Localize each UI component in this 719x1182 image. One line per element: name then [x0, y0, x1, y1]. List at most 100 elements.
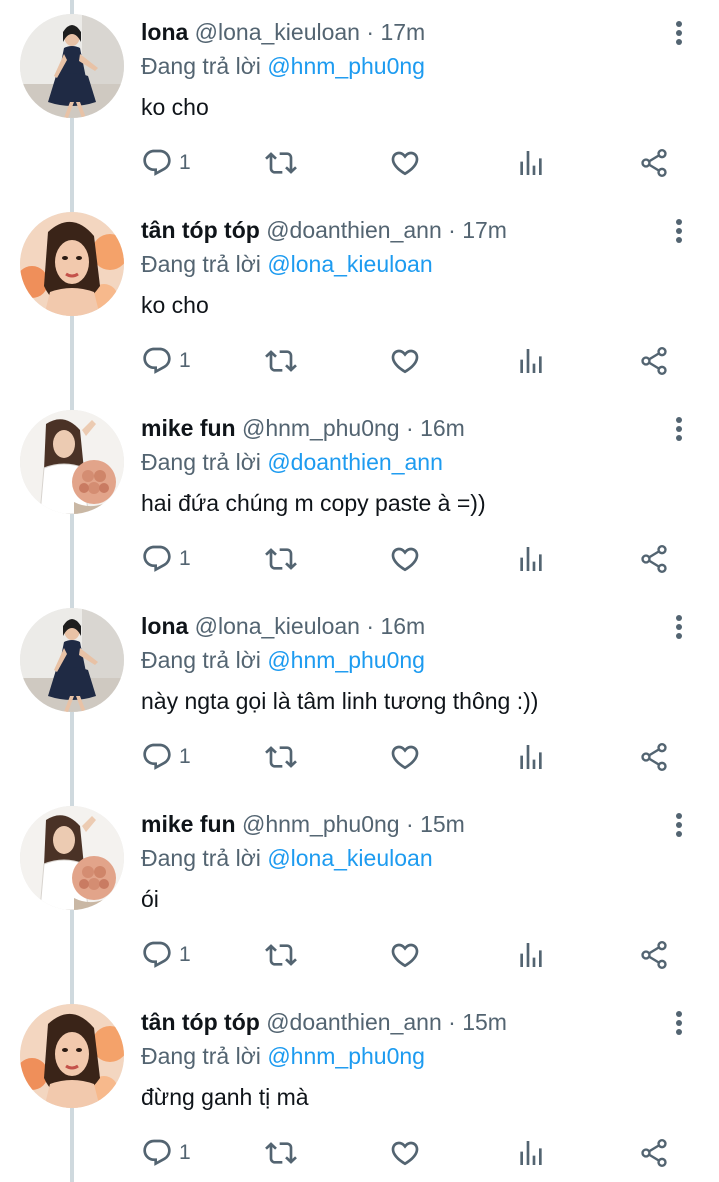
- timestamp[interactable]: 17m: [380, 19, 425, 45]
- author-handle[interactable]: @hnm_phu0ng: [242, 811, 400, 837]
- tweet-header: tân tóp tóp @doanthien_ann · 15m: [141, 1007, 507, 1037]
- mention-link[interactable]: @doanthien_ann: [267, 449, 443, 475]
- replying-to: Đang trả lời @doanthien_ann: [141, 447, 443, 477]
- retweet-button[interactable]: [265, 344, 297, 378]
- author-name[interactable]: tân tóp tóp: [141, 1009, 260, 1035]
- author-name[interactable]: mike fun: [141, 811, 236, 837]
- avatar[interactable]: [20, 608, 124, 712]
- tweet-actions: 1: [0, 344, 719, 378]
- mention-link[interactable]: @lona_kieuloan: [267, 251, 432, 277]
- retweet-icon: [265, 944, 297, 966]
- author-handle[interactable]: @hnm_phu0ng: [242, 415, 400, 441]
- like-button[interactable]: [389, 344, 421, 378]
- tweet[interactable]: tân tóp tóp @doanthien_ann · 17m Đang tr…: [0, 198, 719, 396]
- replying-to: Đang trả lời @lona_kieuloan: [141, 843, 433, 873]
- replying-to: Đang trả lời @hnm_phu0ng: [141, 51, 425, 81]
- timestamp[interactable]: 16m: [380, 613, 425, 639]
- views-button[interactable]: [515, 938, 547, 972]
- share-button[interactable]: [638, 740, 670, 774]
- share-button[interactable]: [638, 1136, 670, 1170]
- like-button[interactable]: [389, 740, 421, 774]
- avatar[interactable]: [20, 212, 124, 316]
- retweet-button[interactable]: [265, 740, 297, 774]
- author-name[interactable]: lona: [141, 613, 188, 639]
- like-button[interactable]: [389, 938, 421, 972]
- replying-to: Đang trả lời @hnm_phu0ng: [141, 1041, 425, 1071]
- author-name[interactable]: lona: [141, 19, 188, 45]
- timestamp[interactable]: 15m: [420, 811, 465, 837]
- timestamp[interactable]: 17m: [462, 217, 507, 243]
- reply-button[interactable]: 1: [141, 740, 191, 774]
- retweet-button[interactable]: [265, 938, 297, 972]
- avatar[interactable]: [20, 1004, 124, 1108]
- replying-to-label: Đang trả lời: [141, 449, 261, 475]
- separator-dot: ·: [406, 811, 414, 837]
- views-icon: [520, 547, 542, 571]
- tweet-text: hai đứa chúng m copy paste à =)): [141, 490, 486, 516]
- tweet[interactable]: tân tóp tóp @doanthien_ann · 15m Đang tr…: [0, 990, 719, 1182]
- author-name[interactable]: tân tóp tóp: [141, 217, 260, 243]
- author-name[interactable]: mike fun: [141, 415, 236, 441]
- share-button[interactable]: [638, 146, 670, 180]
- tweet-actions: 1: [0, 938, 719, 972]
- reply-button[interactable]: 1: [141, 1136, 191, 1170]
- retweet-icon: [265, 746, 297, 768]
- tweet-header: lona @lona_kieuloan · 16m: [141, 611, 425, 641]
- share-button[interactable]: [638, 938, 670, 972]
- author-handle[interactable]: @lona_kieuloan: [195, 613, 360, 639]
- avatar[interactable]: [20, 410, 124, 514]
- like-button[interactable]: [389, 1136, 421, 1170]
- retweet-button[interactable]: [265, 146, 297, 180]
- avatar[interactable]: [20, 806, 124, 910]
- timestamp[interactable]: 15m: [462, 1009, 507, 1035]
- like-button[interactable]: [389, 542, 421, 576]
- avatar-photo: [20, 410, 124, 514]
- mention-link[interactable]: @hnm_phu0ng: [267, 53, 425, 79]
- views-button[interactable]: [515, 344, 547, 378]
- reply-button[interactable]: 1: [141, 542, 191, 576]
- tweet[interactable]: lona @lona_kieuloan · 17m Đang trả lời @…: [0, 0, 719, 198]
- share-button[interactable]: [638, 344, 670, 378]
- views-button[interactable]: [515, 146, 547, 180]
- share-icon: [641, 347, 667, 375]
- reply-button[interactable]: 1: [141, 146, 191, 180]
- retweet-icon: [265, 1142, 297, 1164]
- avatar-photo: [20, 1004, 124, 1108]
- replying-to-label: Đang trả lời: [141, 53, 261, 79]
- replying-to-label: Đang trả lời: [141, 251, 261, 277]
- author-handle[interactable]: @lona_kieuloan: [195, 19, 360, 45]
- more-vertical-icon[interactable]: [669, 18, 689, 48]
- author-handle[interactable]: @doanthien_ann: [266, 217, 442, 243]
- more-vertical-icon[interactable]: [669, 612, 689, 642]
- tweet-header: mike fun @hnm_phu0ng · 16m: [141, 413, 465, 443]
- like-button[interactable]: [389, 146, 421, 180]
- reply-icon: [143, 347, 171, 374]
- reply-button[interactable]: 1: [141, 344, 191, 378]
- share-button[interactable]: [638, 542, 670, 576]
- heart-icon: [391, 943, 419, 968]
- views-button[interactable]: [515, 740, 547, 774]
- mention-link[interactable]: @hnm_phu0ng: [267, 1043, 425, 1069]
- more-vertical-icon[interactable]: [669, 216, 689, 246]
- tweet[interactable]: lona @lona_kieuloan · 16m Đang trả lời @…: [0, 594, 719, 792]
- reply-icon: [143, 149, 171, 176]
- tweet[interactable]: mike fun @hnm_phu0ng · 16m Đang trả lời …: [0, 396, 719, 594]
- mention-link[interactable]: @lona_kieuloan: [267, 845, 432, 871]
- retweet-button[interactable]: [265, 542, 297, 576]
- more-vertical-icon[interactable]: [669, 414, 689, 444]
- more-vertical-icon[interactable]: [669, 810, 689, 840]
- tweet[interactable]: mike fun @hnm_phu0ng · 15m Đang trả lời …: [0, 792, 719, 990]
- reply-count: 1: [179, 547, 191, 570]
- more-vertical-icon[interactable]: [669, 1008, 689, 1038]
- timestamp[interactable]: 16m: [420, 415, 465, 441]
- heart-icon: [391, 547, 419, 572]
- mention-link[interactable]: @hnm_phu0ng: [267, 647, 425, 673]
- replying-to: Đang trả lời @lona_kieuloan: [141, 249, 433, 279]
- retweet-button[interactable]: [265, 1136, 297, 1170]
- avatar[interactable]: [20, 14, 124, 118]
- reply-button[interactable]: 1: [141, 938, 191, 972]
- views-button[interactable]: [515, 1136, 547, 1170]
- reply-thread: lona @lona_kieuloan · 17m Đang trả lời @…: [0, 0, 719, 1182]
- views-button[interactable]: [515, 542, 547, 576]
- author-handle[interactable]: @doanthien_ann: [266, 1009, 442, 1035]
